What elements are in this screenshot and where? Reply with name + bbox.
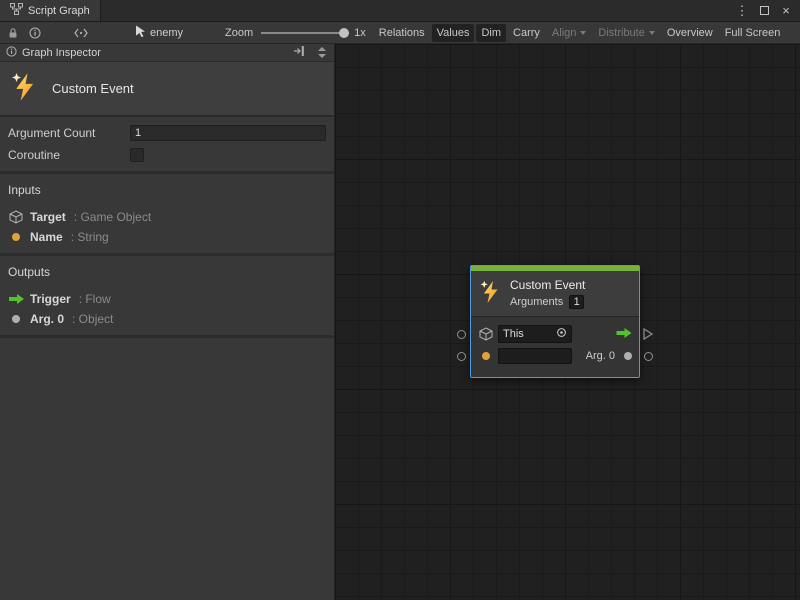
io-type: : Game Object [74,210,151,224]
trigger-flow-icon[interactable] [616,327,632,342]
zoom-slider[interactable] [261,24,349,42]
tab-title: Script Graph [28,5,90,17]
event-fields: Argument Count Coroutine [0,117,334,174]
custom-event-node[interactable]: Custom Event Arguments 1 This [470,265,640,378]
flow-input-connection-port[interactable] [457,330,466,339]
inspector-empty-area [0,338,334,600]
custom-event-icon [479,280,503,307]
outputs-section: Outputs Trigger : Flow Arg. 0 : Object [0,256,334,338]
output-row-arg0: Arg. 0 : Object [8,309,326,329]
align-button[interactable]: Align [547,24,591,42]
fullscreen-button[interactable]: Full Screen [720,24,786,42]
io-type: : String [71,230,109,244]
zoom-slider-knob[interactable] [339,28,349,38]
main-area: Graph Inspector Custom Event Argumen [0,44,800,600]
overview-button[interactable]: Overview [662,24,718,42]
cube-icon [478,327,494,341]
titlebar: Script Graph ⋮ × [0,0,800,22]
arg0-output-port[interactable] [624,352,632,360]
panel-scroll-arrows[interactable] [318,47,326,58]
graph-object-breadcrumb[interactable]: enemy [135,25,183,41]
node-title: Custom Event [510,278,585,292]
flow-output-connection-port[interactable] [643,328,653,343]
info-icon[interactable] [25,24,45,42]
graph-inspector-panel: Graph Inspector Custom Event Argumen [0,44,335,600]
io-name: Target [30,210,66,224]
distribute-label: Distribute [598,27,644,39]
value-input-connection-port[interactable] [457,352,466,361]
node-arguments-label: Arguments [510,296,563,308]
chevron-down-icon [649,31,655,35]
inputs-heading: Inputs [8,183,326,197]
scroll-down-icon[interactable] [318,54,326,58]
target-dropdown[interactable]: This [498,325,572,343]
coroutine-checkbox[interactable] [130,148,144,162]
code-view-icon[interactable] [71,24,91,42]
graph-object-name: enemy [150,27,183,39]
node-arguments-value[interactable]: 1 [569,295,584,309]
scroll-up-icon[interactable] [318,47,326,51]
io-name: Name [30,230,63,244]
name-input-port[interactable] [478,352,494,360]
values-button[interactable]: Values [432,24,475,42]
output-row-trigger: Trigger : Flow [8,289,326,309]
io-name: Trigger [30,292,71,306]
info-icon [6,46,17,60]
value-output-connection-port[interactable] [644,352,653,361]
arg0-label: Arg. 0 [586,350,615,362]
cursor-icon [135,25,146,41]
coroutine-row: Coroutine [8,144,326,166]
script-graph-icon [10,3,23,18]
graph-inspector-title: Graph Inspector [22,47,101,59]
node-arg-row: Arg. 0 [471,345,639,367]
zoom-label: Zoom [225,27,253,39]
io-type: : Object [72,312,113,326]
outputs-heading: Outputs [8,265,326,279]
inputs-section: Inputs Target : Game Object Name : Strin… [0,174,334,256]
self-target-icon [556,327,567,341]
zoom-slider-track [261,32,349,34]
cube-icon [8,210,24,224]
align-label: Align [552,27,576,39]
event-header: Custom Event [0,62,334,117]
close-icon[interactable]: × [780,3,792,19]
name-input-field[interactable] [498,348,572,364]
input-row-target: Target : Game Object [8,207,326,227]
custom-event-icon [10,72,40,105]
graph-toolbar: enemy Zoom 1x Relations Values Dim Carry… [0,22,800,44]
node-header[interactable]: Custom Event Arguments 1 [471,271,639,317]
chevron-down-icon [580,31,586,35]
window-menu-icon[interactable]: ⋮ [736,3,748,19]
maximize-icon[interactable] [758,3,770,19]
dock-panel-icon[interactable] [293,45,305,60]
event-title: Custom Event [52,81,134,96]
distribute-button[interactable]: Distribute [593,24,659,42]
graph-canvas[interactable]: Custom Event Arguments 1 This [335,44,800,600]
relations-button[interactable]: Relations [374,24,430,42]
io-type: : Flow [79,292,111,306]
zoom-value: 1x [354,27,366,39]
object-port-icon [8,315,24,323]
input-row-name: Name : String [8,227,326,247]
argument-count-row: Argument Count [8,122,326,144]
node-body: This Arg. 0 [471,317,639,377]
value-port-icon [8,233,24,241]
carry-button[interactable]: Carry [508,24,545,42]
argument-count-label: Argument Count [8,126,130,140]
io-name: Arg. 0 [30,312,64,326]
node-target-row: This [471,323,639,345]
tab-script-graph[interactable]: Script Graph [0,0,101,21]
dim-button[interactable]: Dim [476,24,506,42]
flow-arrow-icon [8,293,24,305]
window-controls: ⋮ × [736,0,800,21]
target-dropdown-value: This [503,328,524,340]
coroutine-label: Coroutine [8,148,130,162]
argument-count-input[interactable] [130,125,326,141]
graph-inspector-header: Graph Inspector [0,44,334,62]
lock-icon[interactable] [3,24,23,42]
unity-script-graph-window: Script Graph ⋮ × enemy Zoom 1x [0,0,800,600]
